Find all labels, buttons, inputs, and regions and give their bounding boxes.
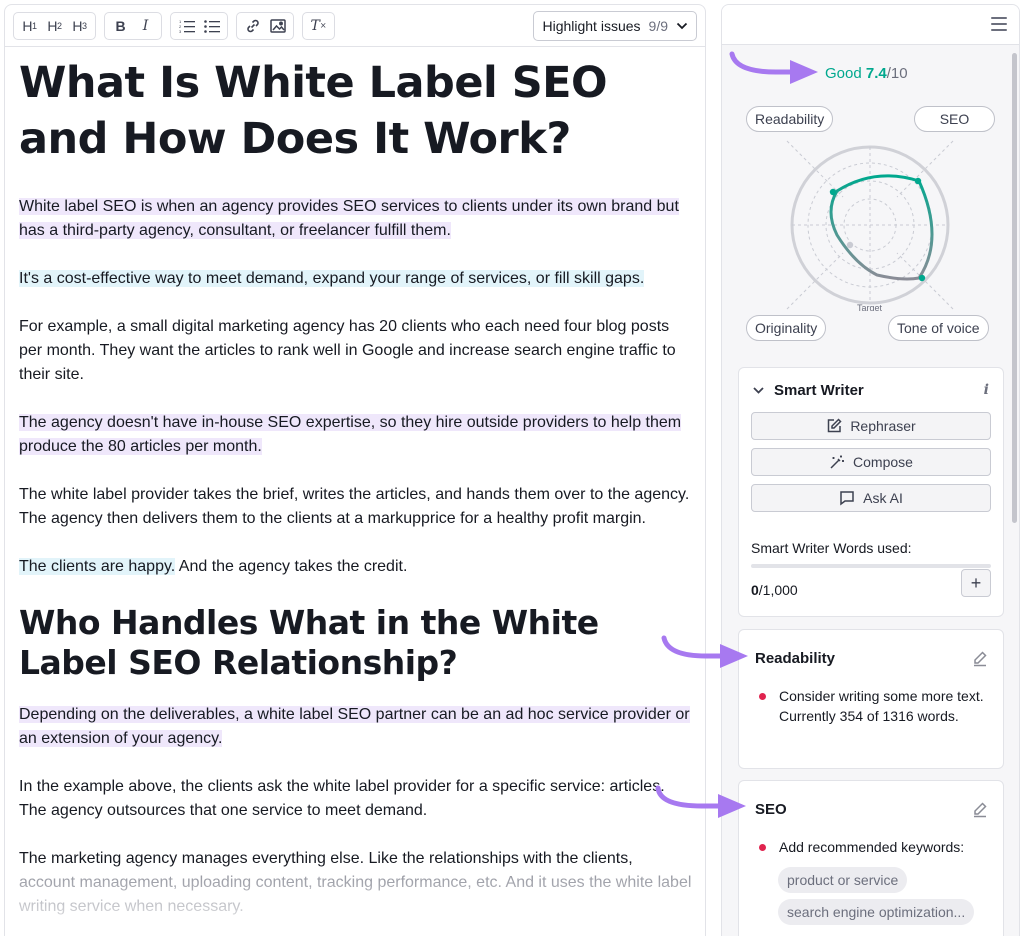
article-paragraph[interactable]: For example, a small digital marketing a… bbox=[19, 315, 693, 387]
bold-button[interactable]: B bbox=[108, 14, 133, 38]
sidebar-header bbox=[722, 5, 1019, 45]
article-paragraph[interactable]: White label SEO is when an agency provid… bbox=[19, 195, 693, 243]
readability-header[interactable]: Readability bbox=[739, 630, 1003, 686]
svg-text:3: 3 bbox=[179, 29, 182, 33]
article-subheading[interactable]: Who Handles What in the White Label SEO … bbox=[19, 603, 693, 683]
smart-writer-title: Smart Writer bbox=[774, 381, 864, 399]
article-paragraph[interactable]: The white label provider takes the brief… bbox=[19, 483, 693, 531]
link-button[interactable] bbox=[240, 14, 265, 38]
article-body-part2: Depending on the deliverables, a white l… bbox=[19, 703, 693, 919]
paragraph-text: The marketing agency manages everything … bbox=[19, 850, 633, 867]
edit-square-icon bbox=[828, 418, 842, 433]
pencil-icon[interactable] bbox=[971, 649, 989, 667]
article-body-part1: White label SEO is when an agency provid… bbox=[19, 195, 693, 579]
smart-writer-header[interactable]: Smart Writer i bbox=[739, 368, 1003, 412]
menu-icon[interactable] bbox=[991, 17, 1007, 31]
chevron-down-icon bbox=[676, 22, 688, 29]
issue-dot bbox=[759, 693, 766, 700]
highlighted-issue: The agency doesn't have in-house SEO exp… bbox=[19, 414, 682, 455]
paragraph-text: The white label provider takes the brief… bbox=[19, 486, 690, 527]
chevron-down-icon[interactable] bbox=[753, 383, 764, 397]
editor-panel: H1 H2 H3 B I 123 T × Highlight issues 9/… bbox=[4, 4, 706, 936]
overall-score: Good 7.4/10 bbox=[825, 65, 908, 82]
paragraph-text: For example, a small digital marketing a… bbox=[19, 318, 676, 383]
editor-toolbar: H1 H2 H3 B I 123 T × Highlight issues 9/… bbox=[5, 5, 705, 47]
heading2-button[interactable]: H2 bbox=[42, 14, 67, 38]
radar-label-seo[interactable]: SEO bbox=[914, 106, 995, 132]
radar-score-shape bbox=[829, 174, 934, 281]
readability-title: Readability bbox=[755, 649, 836, 667]
article-paragraph[interactable]: The clients are happy. And the agency ta… bbox=[19, 555, 693, 579]
radar-point-tone bbox=[918, 274, 926, 282]
words-used-label: Smart Writer Words used: bbox=[751, 540, 912, 556]
insert-group bbox=[236, 11, 294, 40]
seo-issue[interactable]: Add recommended keywords: bbox=[739, 837, 1003, 857]
paragraph-text: In the example above, the clients ask th… bbox=[19, 778, 665, 819]
radar-point-readability bbox=[829, 188, 837, 196]
radar-label-readability[interactable]: Readability bbox=[746, 106, 834, 132]
article-paragraph[interactable]: In the example above, the clients ask th… bbox=[19, 775, 693, 823]
compose-button[interactable]: Compose bbox=[751, 448, 991, 476]
article-paragraph[interactable]: It's a cost-effective way to meet demand… bbox=[19, 267, 693, 291]
add-words-button[interactable]: + bbox=[961, 569, 991, 597]
clear-group: T × bbox=[302, 11, 335, 40]
magic-wand-icon bbox=[830, 455, 845, 469]
radar-label-tone-of-voice[interactable]: Tone of voice bbox=[888, 315, 989, 341]
seo-header[interactable]: SEO bbox=[739, 781, 1003, 837]
clear-x-icon: × bbox=[319, 21, 327, 30]
heading-group: H1 H2 H3 bbox=[13, 11, 96, 40]
smart-writer-card: Smart Writer i Rephraser Compose Ask AI … bbox=[738, 367, 1004, 617]
bullet-list-button[interactable] bbox=[199, 14, 224, 38]
highlight-issues-dropdown[interactable]: Highlight issues 9/9 bbox=[533, 10, 697, 41]
article-paragraph[interactable]: The marketing agency manages everything … bbox=[19, 847, 693, 919]
paragraph-text: account management, uploading content, t… bbox=[19, 874, 692, 915]
seo-title: SEO bbox=[755, 800, 787, 818]
paragraph-text: And the agency takes the credit. bbox=[175, 558, 408, 575]
radar-point-seo bbox=[914, 177, 922, 185]
readability-issue[interactable]: Consider writing some more text. Current… bbox=[739, 686, 1003, 726]
radar-label-originality[interactable]: Originality bbox=[746, 315, 827, 341]
radar-point-originality bbox=[846, 241, 854, 249]
words-used-count: 0/1,000 + bbox=[739, 568, 1003, 598]
link-icon bbox=[246, 19, 259, 32]
ask-ai-button[interactable]: Ask AI bbox=[751, 484, 991, 512]
radar-grid bbox=[786, 140, 954, 310]
article-paragraph[interactable]: Depending on the deliverables, a white l… bbox=[19, 703, 693, 751]
image-icon bbox=[269, 18, 286, 33]
highlighted-issue: White label SEO is when an agency provid… bbox=[19, 198, 679, 239]
highlighted-issue: Depending on the deliverables, a white l… bbox=[19, 706, 690, 747]
list-group: 123 bbox=[170, 11, 228, 40]
pencil-icon[interactable] bbox=[971, 800, 989, 818]
editor-content[interactable]: What Is White Label SEO and How Does It … bbox=[5, 55, 705, 919]
keyword-chip[interactable]: product or service bbox=[778, 867, 908, 893]
clear-format-button[interactable]: T × bbox=[306, 14, 331, 38]
issue-dot bbox=[759, 844, 766, 851]
annotation-arrow-seo bbox=[655, 785, 746, 818]
info-icon[interactable]: i bbox=[984, 382, 989, 398]
readability-card: Readability Consider writing some more t… bbox=[738, 629, 1004, 769]
article-paragraph[interactable]: The agency doesn't have in-house SEO exp… bbox=[19, 411, 693, 459]
score-radar-chart: Target bbox=[786, 140, 954, 311]
writing-assistant-sidebar: Good 7.4/10 Readability SEO Originality … bbox=[721, 4, 1020, 936]
bullet-list-icon bbox=[203, 19, 220, 33]
sidebar-scrollbar[interactable] bbox=[1012, 53, 1017, 523]
ordered-list-icon: 123 bbox=[179, 19, 195, 33]
image-button[interactable] bbox=[265, 14, 290, 38]
rephraser-button[interactable]: Rephraser bbox=[751, 412, 991, 440]
heading3-button[interactable]: H3 bbox=[67, 14, 92, 38]
annotation-arrow-score bbox=[729, 51, 818, 84]
keyword-chip[interactable]: search engine optimization... bbox=[778, 899, 975, 925]
ordered-list-button[interactable]: 123 bbox=[174, 14, 199, 38]
highlighted-issue: The clients are happy. bbox=[19, 558, 176, 575]
annotation-arrow-readability bbox=[661, 635, 748, 668]
format-group: B I bbox=[104, 11, 162, 40]
seo-card: SEO Add recommended keywords: product or… bbox=[738, 780, 1004, 936]
radar-target-label: Target bbox=[857, 303, 883, 311]
italic-button[interactable]: I bbox=[133, 14, 158, 38]
chat-bubble-icon bbox=[840, 491, 854, 506]
heading1-button[interactable]: H1 bbox=[17, 14, 42, 38]
highlighted-issue: It's a cost-effective way to meet demand… bbox=[19, 270, 645, 287]
article-title[interactable]: What Is White Label SEO and How Does It … bbox=[19, 55, 693, 167]
